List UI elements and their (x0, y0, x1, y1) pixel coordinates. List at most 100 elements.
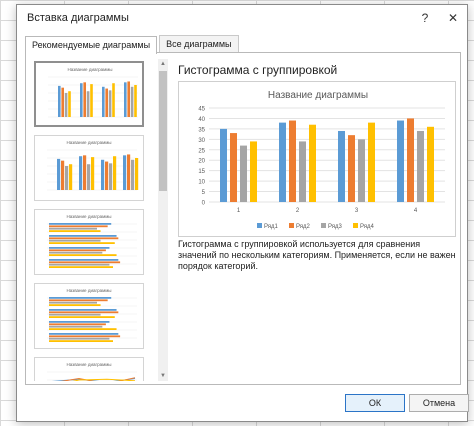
thumbnail-bar (61, 160, 65, 190)
bar (427, 126, 434, 202)
chart-preview-svg: Название диаграммы 0 5 10 15 20 25 30 35 40 45 1 2 3 4… (198, 90, 445, 230)
legend-swatch (321, 223, 326, 228)
thumbnail-title: Название диаграммы (67, 67, 112, 72)
thumbnail-bar (49, 237, 119, 240)
thumbnail-bar (49, 328, 117, 330)
close-icon[interactable]: ✕ (439, 5, 467, 31)
thumbnail-bar (127, 154, 131, 190)
thumbnail-bar (49, 323, 106, 326)
thumbnail-bar (49, 230, 101, 232)
thumbnail-bar (49, 225, 108, 228)
thumbnail-bar (49, 340, 113, 342)
bar (397, 120, 404, 202)
thumbnail-bar (49, 313, 101, 316)
thumbnail-scrollbar[interactable]: ▲ ▼ (158, 59, 168, 381)
y-tick-label: 0 (202, 201, 206, 207)
cancel-button[interactable]: Отмена (409, 394, 469, 412)
thumbnail-chart: Название диаграммы (47, 140, 139, 191)
thumbnail-title: Название диаграммы (66, 140, 111, 145)
thumbnail-chart: Название диаграммы (47, 362, 137, 381)
legend-label: Ряд3 (328, 224, 343, 230)
thumbnail-bar (105, 161, 109, 190)
thumbnail-title: Название диаграммы (66, 288, 111, 293)
chart-thumbnail[interactable]: Название диаграммы (34, 61, 144, 127)
dialog-titlebar: Вставка диаграммы ? ✕ (17, 5, 467, 31)
thumbnail-bar (49, 259, 119, 261)
thumbnail-bar (68, 91, 71, 117)
thumbnail-title: Название диаграммы (66, 362, 111, 367)
thumbnail-bar (90, 84, 93, 117)
insert-chart-dialog: Вставка диаграммы ? ✕ Рекомендуемые диаг… (16, 4, 469, 422)
dialog-title: Вставка диаграммы (27, 12, 129, 24)
chart-thumbnail-list: Название диаграммы Название диаграммы Назв… (32, 59, 158, 381)
bar (250, 141, 257, 202)
tab-recommended-charts[interactable]: Рекомендуемые диаграммы (25, 36, 158, 54)
legend-swatch (289, 223, 294, 228)
thumbnail-bar (49, 239, 101, 242)
y-tick-label: 25 (198, 148, 205, 154)
chart-thumbnail[interactable]: Название диаграммы (34, 209, 144, 275)
bar (338, 130, 345, 202)
bar (299, 141, 306, 202)
thumbnail-bar (49, 249, 106, 252)
thumbnail-bar (49, 299, 108, 302)
thumbnail-bar (101, 159, 105, 190)
thumbnail-bar (69, 164, 73, 190)
thumbnail-bar (49, 242, 115, 244)
y-tick-label: 45 (198, 107, 205, 113)
bar (368, 122, 375, 202)
thumbnail-bar (49, 254, 117, 256)
thumbnail-bar (86, 91, 90, 117)
bar (417, 130, 424, 202)
thumbnail-bar (49, 263, 110, 266)
thumbnail-bar (49, 301, 97, 304)
bar (407, 118, 414, 202)
y-tick-label: 20 (198, 159, 205, 165)
legend-swatch (353, 223, 358, 228)
scroll-up-icon[interactable]: ▲ (158, 59, 168, 69)
x-tick-label: 2 (296, 208, 300, 214)
thumbnail-bar (123, 155, 127, 190)
bar (230, 133, 237, 202)
x-tick-label: 3 (355, 208, 359, 214)
thumbnail-bar (130, 86, 134, 117)
scrollbar-thumb[interactable] (159, 71, 167, 191)
thumbnail-bar (49, 235, 117, 237)
dialog-tabs: Рекомендуемые диаграммы Все диаграммы (25, 35, 241, 54)
ok-button[interactable]: ОК (345, 394, 405, 412)
chart-preview: Название диаграммы 0 5 10 15 20 25 30 35 40 45 1 2 3 4… (178, 81, 456, 237)
bar (348, 135, 355, 202)
y-tick-label: 35 (198, 127, 205, 133)
thumbnail-bar (49, 251, 103, 254)
chart-thumbnail[interactable]: Название диаграммы (34, 135, 144, 201)
chart-description: Гистограмма с группировкой используется … (178, 239, 456, 271)
thumbnail-bar (109, 163, 113, 190)
chart-thumbnail[interactable]: Название диаграммы (34, 283, 144, 349)
y-tick-label: 15 (198, 169, 205, 175)
tab-all-charts[interactable]: Все диаграммы (159, 35, 239, 53)
thumbnail-bar (49, 333, 119, 335)
bar (220, 128, 227, 202)
thumbnail-bar (102, 86, 105, 117)
thumbnail-bar (49, 297, 112, 299)
scroll-down-icon[interactable]: ▼ (158, 371, 168, 381)
bar (358, 139, 365, 202)
help-icon[interactable]: ? (411, 5, 439, 31)
thumbnail-bar (61, 87, 64, 117)
dialog-footer: ОК Отмена (17, 385, 469, 421)
thumbnail-bar (91, 157, 95, 190)
y-tick-label: 5 (202, 190, 206, 196)
thumbnail-bar (49, 337, 110, 340)
chart-thumbnail[interactable]: Название диаграммы (34, 357, 144, 381)
thumbnail-bar (105, 88, 108, 117)
thumbnail-bar (49, 325, 103, 328)
thumbnail-bar (64, 93, 68, 117)
thumbnail-bar (57, 158, 61, 190)
thumbnail-bar (49, 321, 110, 323)
thumbnail-bar (49, 227, 97, 230)
thumbnail-bar (65, 166, 69, 190)
chart-title: Название диаграммы (268, 90, 368, 101)
thumbnail-bar (49, 311, 119, 314)
thumbnail-bar (87, 164, 91, 190)
thumbnail-bar (131, 159, 135, 190)
